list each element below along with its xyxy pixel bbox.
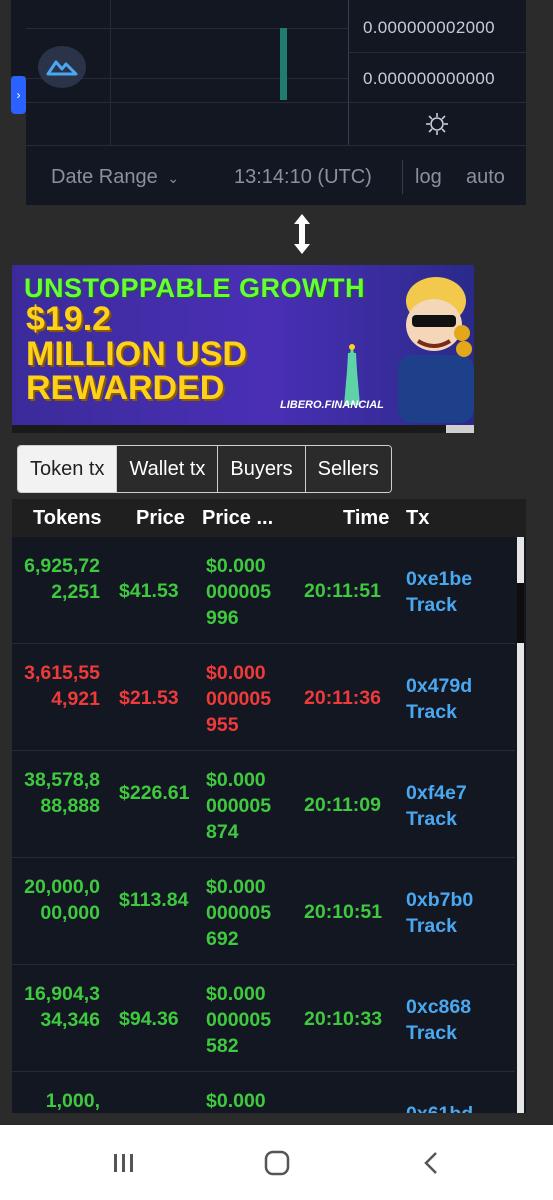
cell-price-per-token: $0.000000005955 xyxy=(206,662,272,736)
auto-scale-toggle[interactable]: auto xyxy=(466,166,505,189)
log-scale-toggle[interactable]: log xyxy=(415,166,442,189)
utc-clock[interactable]: 13:14:10 (UTC) xyxy=(234,166,372,189)
grid-line xyxy=(26,102,348,103)
cloud-logo-icon xyxy=(46,60,78,76)
cell-time: 20:10:51 xyxy=(304,901,383,923)
tab-wallet-tx[interactable]: Wallet tx xyxy=(116,446,218,492)
statue-of-liberty-icon xyxy=(344,344,360,405)
cell-time: 20:11:09 xyxy=(304,794,381,816)
mascot-image xyxy=(390,267,474,423)
tx-hash-link[interactable]: 0xf4e7 xyxy=(406,780,467,806)
tx-tabs: Token tx Wallet tx Buyers Sellers xyxy=(17,445,392,493)
cell-price-per-token: $0.000000005582 xyxy=(206,983,272,1057)
cell-price-per-token: $0.000000005874 xyxy=(206,769,272,843)
track-link[interactable]: Track xyxy=(406,806,457,832)
tx-hash-link[interactable]: 0xb7b0 xyxy=(406,887,473,913)
table-row[interactable]: 6,925,722,251 $41.53 $0.000000005996 20:… xyxy=(12,537,516,644)
cell-time: 20:11:51 xyxy=(304,580,381,602)
table-row[interactable]: 38,578,888,888 $226.61 $0.000000005874 2… xyxy=(12,751,516,858)
header-tokens[interactable]: Tokens xyxy=(33,507,102,530)
cell-price: $94.36 xyxy=(119,1008,179,1030)
price-axis[interactable]: 0.000000002000 0.000000000000 xyxy=(348,0,527,145)
banner-subtitle: REWARDED xyxy=(26,369,225,407)
chart-left-strip xyxy=(11,0,26,76)
header-tx[interactable]: Tx xyxy=(406,507,429,530)
back-icon[interactable] xyxy=(418,1149,446,1177)
table-row[interactable]: 20,000,000,000 $113.84 $0.000000005692 2… xyxy=(12,858,516,965)
cell-tokens: 20,000,000,000 xyxy=(24,876,100,924)
promo-banner[interactable]: UNSTOPPABLE GROWTH $19.2 MILLION USD REW… xyxy=(12,265,474,425)
cell-price: $41.53 xyxy=(119,580,179,602)
cell-price-per-token: $0.000000005692 xyxy=(206,876,272,950)
system-nav-bar xyxy=(0,1125,553,1200)
track-link[interactable]: Track xyxy=(406,592,457,618)
chart-logo[interactable] xyxy=(38,46,86,88)
tx-hash-link[interactable]: 0x479d xyxy=(406,673,472,699)
chevron-right-icon: › xyxy=(16,88,21,102)
table-row[interactable]: 1,000, $0.000 0x61bd xyxy=(12,1072,516,1113)
track-link[interactable]: Track xyxy=(406,699,457,725)
tab-buyers[interactable]: Buyers xyxy=(217,446,305,492)
cell-tokens: 6,925,722,251 xyxy=(24,555,100,603)
banner-brand: LIBERO.FINANCIAL xyxy=(280,399,384,411)
date-range-button[interactable]: Date Range ⌄ xyxy=(51,166,179,189)
cell-price: $21.53 xyxy=(119,687,179,709)
scroll-gap xyxy=(517,583,524,643)
banner-amount: $19.2 xyxy=(26,300,112,338)
chart-settings-icon[interactable] xyxy=(425,112,449,136)
cell-time: 20:11:36 xyxy=(304,687,381,709)
app-screen: › 0.000000002000 0.000000000000 Date Ran… xyxy=(0,0,553,1200)
tab-token-tx[interactable]: Token tx xyxy=(18,446,117,492)
cell-tokens: 16,904,334,346 xyxy=(24,983,100,1031)
tx-hash-link[interactable]: 0xc868 xyxy=(406,994,471,1020)
header-price[interactable]: Price xyxy=(136,507,185,530)
banner-scroll-thumb[interactable] xyxy=(446,425,474,433)
cell-price-per-token: $0.000000005996 xyxy=(206,555,272,629)
cell-price: $113.84 xyxy=(119,889,189,911)
track-link[interactable]: Track xyxy=(406,1020,457,1046)
price-chart[interactable]: 0.000000002000 0.000000000000 Date Range… xyxy=(26,0,527,205)
grid-line xyxy=(26,28,348,29)
grid-line xyxy=(349,102,527,103)
track-link[interactable]: Track xyxy=(406,913,457,939)
date-range-label: Date Range xyxy=(51,166,158,188)
chart-toolbar: Date Range ⌄ 13:14:10 (UTC) log auto xyxy=(26,145,526,205)
grid-line xyxy=(349,52,527,53)
cell-price: $226.61 xyxy=(119,782,190,804)
banner-scrollbar[interactable] xyxy=(12,425,474,433)
price-axis-label: 0.000000002000 xyxy=(363,18,495,37)
table-row[interactable]: 3,615,554,921 $21.53 $0.000000005955 20:… xyxy=(12,644,516,751)
cell-time: 20:10:33 xyxy=(304,1008,383,1030)
header-price-per-token[interactable]: Price ... xyxy=(202,507,273,530)
toolbar-divider xyxy=(402,160,403,194)
header-time[interactable]: Time xyxy=(343,507,389,530)
cell-tokens: 3,615,554,921 xyxy=(24,662,100,710)
tx-hash-link[interactable]: 0xe1be xyxy=(406,566,472,592)
grid-line xyxy=(110,0,111,145)
home-icon[interactable] xyxy=(263,1149,291,1177)
cell-tokens: 1,000, xyxy=(45,1090,100,1112)
table-row[interactable]: 16,904,334,346 $94.36 $0.000000005582 20… xyxy=(12,965,516,1072)
chevron-down-icon: ⌄ xyxy=(167,170,180,186)
tab-sellers[interactable]: Sellers xyxy=(304,446,391,492)
recent-apps-icon[interactable] xyxy=(110,1149,138,1177)
tx-table-body: 6,925,722,251 $41.53 $0.000000005996 20:… xyxy=(12,537,526,1113)
resize-vertical-icon[interactable] xyxy=(286,212,318,256)
table-scrollbar[interactable] xyxy=(515,537,526,1113)
candle-bar[interactable] xyxy=(280,28,287,100)
tx-table-header: Tokens Price Price ... Time Tx xyxy=(12,499,526,537)
cell-tokens: 38,578,888,888 xyxy=(24,769,100,817)
price-axis-label: 0.000000000000 xyxy=(363,69,495,88)
sidebar-toggle-button[interactable]: › xyxy=(11,76,26,114)
cell-price-per-token: $0.000 xyxy=(206,1090,266,1112)
tx-hash-link[interactable]: 0x61bd xyxy=(406,1101,473,1113)
